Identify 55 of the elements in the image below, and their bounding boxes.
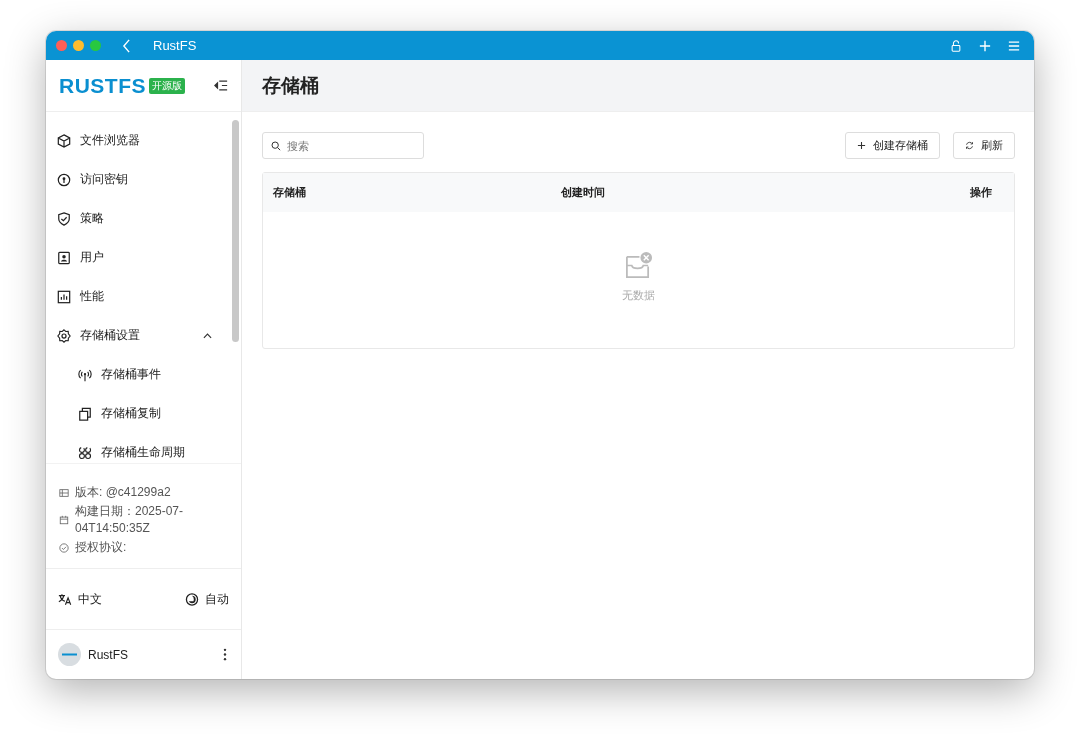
lock-icon[interactable] [950, 39, 962, 52]
menu-icon[interactable] [1008, 39, 1020, 52]
nav-item[interactable]: 策略 [46, 199, 232, 238]
collapse-sidebar-icon[interactable] [214, 80, 228, 91]
create-bucket-button[interactable]: 创建存储桶 [845, 132, 940, 159]
avatar-icon [58, 643, 81, 666]
nav-subitem[interactable]: 存储桶事件 [46, 355, 232, 394]
check-circle-icon [59, 542, 69, 553]
nav-item[interactable]: 文件浏览器 [46, 121, 232, 160]
copy-icon [78, 406, 92, 421]
logo-text: RUSTFS [59, 73, 146, 98]
settings-icon [57, 328, 71, 343]
empty-text: 无数据 [622, 288, 655, 303]
cycle-icon [78, 445, 92, 460]
info-text: 授权协议: [75, 539, 127, 556]
column-header: 创建时间 [561, 185, 606, 200]
search-field[interactable]: 搜索 [262, 132, 424, 159]
zoom-button[interactable] [90, 40, 101, 51]
back-icon[interactable] [122, 38, 131, 53]
chart-icon [57, 289, 71, 304]
info-text: 版本: @c41299a2 [75, 484, 171, 501]
nav-item[interactable]: 存储桶设置 [46, 316, 232, 355]
minimize-button[interactable] [73, 40, 84, 51]
translate-icon [58, 592, 72, 606]
column-header: 操作 [969, 185, 993, 200]
theme-button[interactable]: 自动 [185, 590, 229, 608]
language-button[interactable]: 中文 [58, 590, 102, 608]
column-header: 存储桶 [273, 185, 307, 200]
user-icon [57, 250, 71, 265]
page-title: 存储桶 [262, 73, 319, 98]
window-title: RustFS [153, 38, 197, 53]
panel-icon [59, 487, 69, 498]
search-icon [271, 140, 281, 151]
nav-item[interactable]: 用户 [46, 238, 232, 277]
plus-icon [857, 141, 866, 150]
broadcast-icon [78, 367, 92, 382]
scrollbar[interactable] [232, 120, 239, 342]
info-text: 构建日期：2025-07-04T14:50:35Z [75, 503, 185, 537]
user-name: RustFS [88, 647, 128, 662]
nav-item[interactable]: 性能 [46, 277, 232, 316]
nav-subitem[interactable]: 存储桶生命周期 [46, 433, 232, 472]
more-icon[interactable] [223, 648, 227, 661]
cube-icon [57, 133, 71, 148]
calendar-icon [59, 515, 69, 525]
refresh-icon [965, 141, 974, 150]
key-icon [57, 172, 71, 187]
plus-icon[interactable] [979, 39, 991, 52]
chevron-icon [203, 332, 212, 339]
nav-item[interactable]: 访问密钥 [46, 160, 232, 199]
nav-subitem[interactable]: 存储桶复制 [46, 394, 232, 433]
edition-badge: 开源版 [149, 77, 185, 94]
empty-inbox-icon [624, 251, 653, 280]
refresh-button[interactable]: 刷新 [953, 132, 1015, 159]
shield-icon [57, 211, 71, 226]
contrast-icon [185, 592, 199, 606]
